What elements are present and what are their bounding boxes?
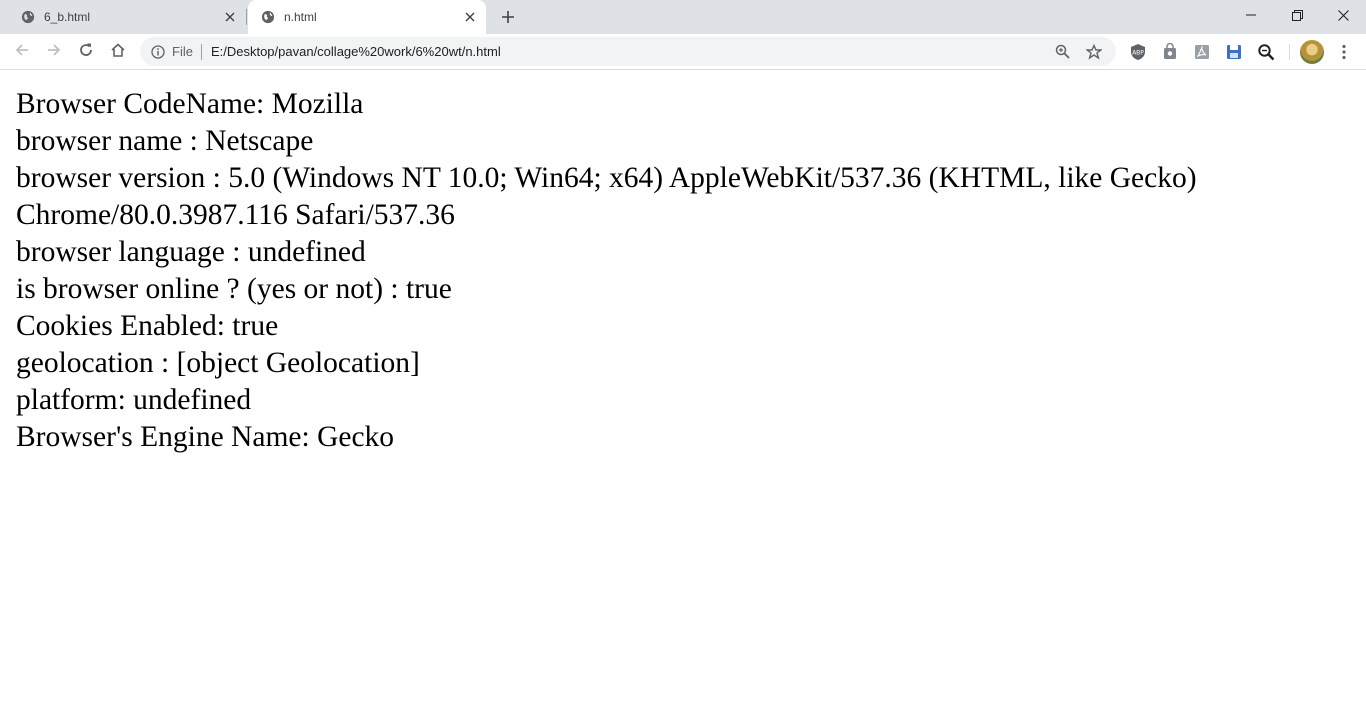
search-extension-icon[interactable] <box>1256 42 1276 62</box>
close-icon[interactable] <box>222 9 238 25</box>
toolbar-divider <box>1289 44 1290 60</box>
adblock-extension-icon[interactable]: ABP <box>1128 42 1148 62</box>
back-button[interactable] <box>8 36 36 64</box>
tab-n[interactable]: n.html <box>248 0 486 34</box>
save-extension-icon[interactable] <box>1224 42 1244 62</box>
reload-button[interactable] <box>72 36 100 64</box>
tab-6-b[interactable]: 6_b.html <box>8 0 247 34</box>
address-bar[interactable]: File E:/Desktop/pavan/collage%20work/6%2… <box>140 37 1116 66</box>
page-content: Browser CodeName: Mozilla browser name :… <box>16 86 1346 456</box>
browser-toolbar: File E:/Desktop/pavan/collage%20work/6%2… <box>0 34 1366 70</box>
home-icon <box>111 43 125 57</box>
minimize-button[interactable] <box>1228 0 1274 30</box>
forward-button[interactable] <box>40 36 68 64</box>
svg-text:ABP: ABP <box>1132 50 1144 57</box>
globe-icon <box>20 9 36 25</box>
close-icon <box>1337 9 1349 21</box>
arrow-right-icon <box>48 44 61 56</box>
kebab-menu-icon <box>1342 44 1346 60</box>
text-line: browser language : undefined <box>16 236 366 268</box>
text-line: browser version : 5.0 (Windows NT 10.0; … <box>16 162 1197 194</box>
restore-button[interactable] <box>1274 0 1320 30</box>
text-line: Browser's Engine Name: Gecko <box>16 421 395 453</box>
pdf-extension-icon[interactable] <box>1192 42 1212 62</box>
text-line: Browser CodeName: Mozilla <box>16 88 364 120</box>
menu-button[interactable] <box>1334 42 1354 62</box>
text-line: geolocation : [object Geolocation] <box>16 347 420 379</box>
restore-icon <box>1291 9 1303 21</box>
omnibox-divider <box>200 43 202 60</box>
arrow-left-icon <box>15 44 28 56</box>
globe-icon <box>260 9 276 25</box>
text-line: browser name : Netscape <box>16 125 314 157</box>
tab-title: n.html <box>284 10 317 24</box>
bag-extension-icon[interactable] <box>1160 42 1180 62</box>
text-line: Chrome/80.0.3987.116 Safari/537.36 <box>16 199 455 231</box>
url-text[interactable]: E:/Desktop/pavan/collage%20work/6%20wt/n… <box>211 44 1052 59</box>
bookmark-star-icon[interactable] <box>1084 42 1104 62</box>
info-icon[interactable] <box>150 44 166 60</box>
text-line: Cookies Enabled: true <box>16 310 279 342</box>
close-window-button[interactable] <box>1320 0 1366 30</box>
reload-icon <box>80 43 92 56</box>
tab-title: 6_b.html <box>44 10 91 24</box>
minimize-icon <box>1246 14 1256 16</box>
profile-avatar[interactable] <box>1300 40 1324 64</box>
text-line: is browser online ? (yes or not) : true <box>16 273 452 305</box>
new-tab-button[interactable] <box>496 5 520 29</box>
plus-icon <box>502 11 514 23</box>
tab-strip: 6_b.html n.html <box>0 0 1366 34</box>
close-icon[interactable] <box>462 9 478 25</box>
zoom-icon[interactable] <box>1052 42 1072 62</box>
text-line: platform: undefined <box>16 384 252 416</box>
home-button[interactable] <box>104 36 132 64</box>
scheme-label: File <box>172 44 193 59</box>
